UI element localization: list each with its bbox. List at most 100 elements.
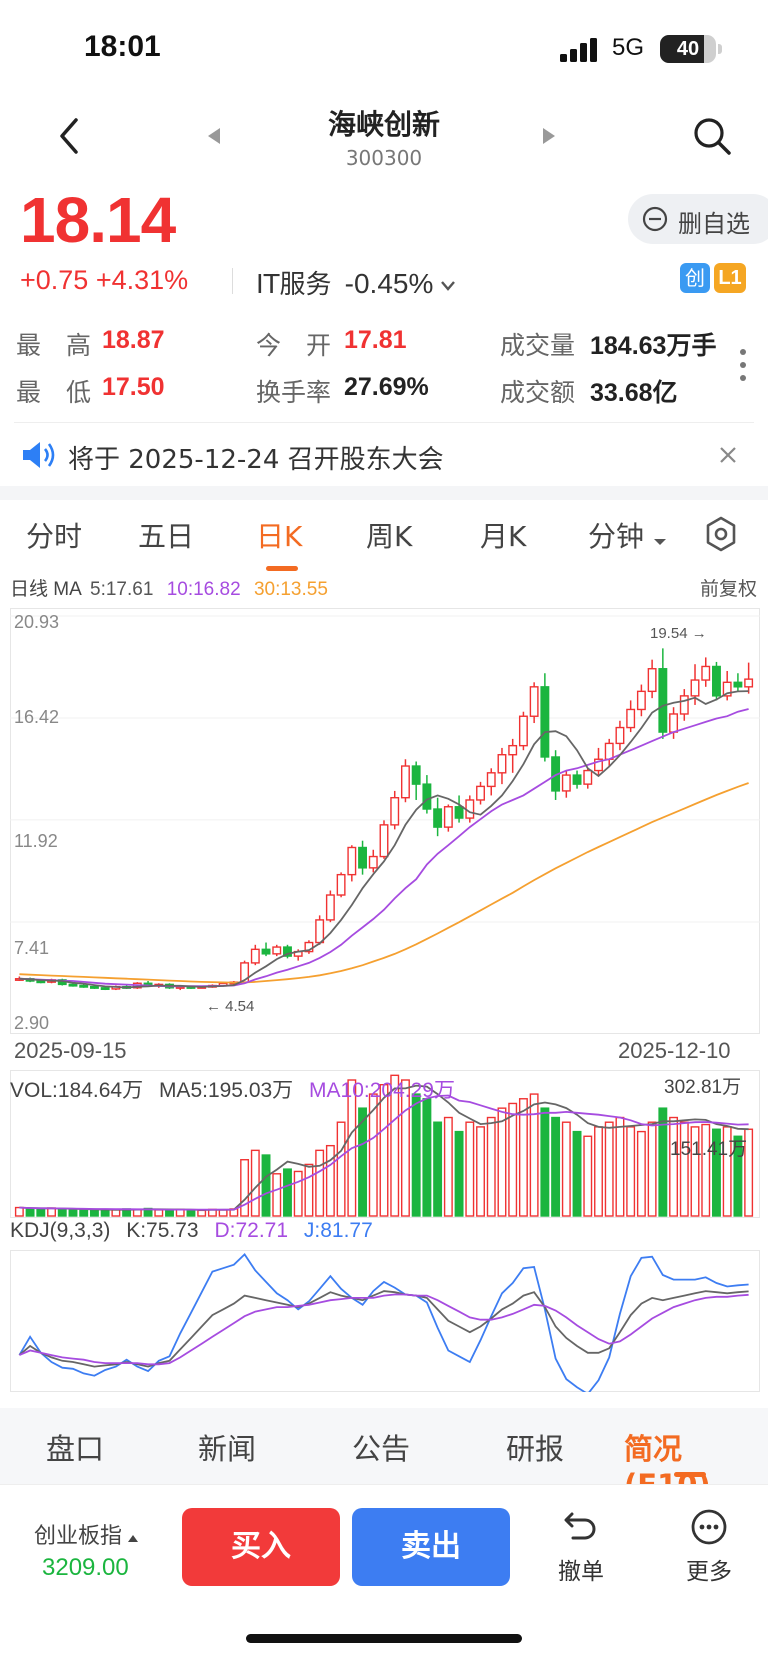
volume-bar	[669, 1116, 679, 1217]
price-chart[interactable]	[10, 608, 760, 1034]
sell-button[interactable]: 卖出	[352, 1508, 510, 1586]
volume-bar	[583, 1135, 593, 1217]
volume-bar	[411, 1093, 421, 1217]
candle-body	[647, 668, 657, 693]
cancel-order-button[interactable]: 撤单	[548, 1508, 614, 1586]
kdj-k-value: K:75.73	[126, 1219, 199, 1242]
section-gap	[0, 486, 768, 500]
volume-bar	[422, 1098, 432, 1217]
more-button[interactable]: 更多	[676, 1508, 742, 1586]
candle-body	[486, 772, 496, 788]
volume-bar	[197, 1209, 207, 1217]
volume-bar	[165, 1209, 174, 1217]
level1-badge: L1	[714, 263, 746, 293]
remove-watchlist-button[interactable]: 删自选	[628, 194, 768, 244]
candle-body	[433, 808, 443, 828]
volume-bar	[272, 1173, 282, 1217]
volume-label: 成交量	[500, 331, 576, 360]
sector-change: -0.45%	[344, 268, 434, 299]
turnover-rate-label: 换手率	[256, 378, 332, 407]
tab-minute[interactable]: 分钟	[588, 515, 667, 555]
more-vertical-icon[interactable]	[738, 348, 748, 382]
vol-ma10-value: MA10:204.29万	[309, 1079, 455, 1102]
ma30-value: 30:13.55	[253, 579, 328, 600]
volume-bar	[14, 1206, 24, 1217]
sector-link[interactable]: IT服务 -0.45%	[256, 264, 456, 300]
candle-body	[744, 678, 754, 688]
candle-body	[89, 985, 99, 989]
candle-body	[454, 806, 464, 819]
low-annotation-value: 4.54	[225, 998, 255, 1015]
active-tab-indicator	[266, 566, 298, 571]
tab-announcements[interactable]: 公告	[352, 1426, 410, 1468]
candle-body	[701, 665, 711, 681]
date-axis-end: 2025-12-10	[618, 1038, 731, 1063]
index-value: 3209.00	[42, 1554, 129, 1581]
high-value: 18.87	[102, 326, 165, 354]
candle-body	[411, 765, 421, 785]
tab-monthly-k[interactable]: 月K	[480, 515, 526, 555]
kdj-chart[interactable]	[10, 1250, 760, 1392]
tab-five-day[interactable]: 五日	[138, 515, 194, 555]
caret-up-icon	[128, 1535, 139, 1542]
candle-body	[379, 824, 389, 858]
tab-weekly-k[interactable]: 周K	[366, 515, 412, 555]
notice-bar[interactable]: 将于 2025-12-24 召开股东大会	[0, 425, 768, 485]
tab-daily-k[interactable]: 日K	[256, 515, 302, 555]
candle-body	[658, 668, 668, 733]
settings-icon[interactable]	[704, 516, 738, 552]
volume-bar	[486, 1116, 496, 1217]
open-label: 今 开	[256, 331, 332, 360]
candle-body	[712, 665, 721, 697]
high-label: 最 高	[16, 331, 92, 360]
candle-body	[508, 744, 518, 756]
volume-bar	[626, 1126, 636, 1217]
battery-icon: 40	[660, 35, 716, 63]
date-axis-start: 2025-09-15	[14, 1038, 127, 1063]
high-annotation: 19.54 →	[650, 625, 707, 642]
undo-icon	[564, 1512, 596, 1540]
volume-bar	[240, 1159, 250, 1217]
tab-research[interactable]: 研报	[506, 1426, 564, 1468]
tab-order-book[interactable]: 盘口	[46, 1426, 104, 1468]
volume-bar	[186, 1209, 196, 1217]
candle-body	[690, 679, 700, 697]
stock-name: 海峡创新	[327, 108, 440, 141]
candle-body	[679, 695, 689, 715]
volume-bar	[465, 1121, 475, 1217]
tab-news[interactable]: 新闻	[198, 1426, 256, 1468]
candle-body	[368, 855, 378, 869]
candle-body	[250, 948, 260, 964]
candle-body	[261, 948, 271, 955]
volume-legend: VOL:184.64万 MA5:195.03万 MA10:204.29万	[10, 1074, 455, 1104]
candle-body	[626, 708, 636, 729]
price-axis-tick: 11.92	[14, 831, 58, 851]
active-tab-indicator	[674, 1472, 706, 1477]
minus-circle-icon	[642, 206, 668, 232]
volume-bar	[336, 1121, 346, 1217]
ma5-value: 5:17.61	[90, 579, 154, 600]
candle-body	[476, 785, 485, 801]
notice-text: 将于 2025-12-24 召开股东大会	[68, 445, 444, 475]
buy-button[interactable]: 买入	[182, 1508, 340, 1586]
adjust-mode[interactable]: 前复权	[700, 574, 757, 601]
tab-intraday[interactable]: 分时	[26, 515, 82, 555]
volume-bar	[315, 1149, 325, 1217]
more-label: 更多	[686, 1559, 732, 1585]
index-widget[interactable]: 创业板指 3209.00	[34, 1518, 139, 1582]
search-icon[interactable]	[692, 116, 732, 156]
volume-bar	[476, 1126, 485, 1217]
next-stock-icon[interactable]	[541, 126, 557, 146]
volume-bar	[293, 1170, 303, 1217]
volume-bar	[111, 1209, 121, 1217]
volume-bar	[518, 1098, 528, 1217]
low-value: 17.50	[102, 373, 165, 401]
volume-bar	[379, 1083, 389, 1217]
battery-level: 40	[676, 38, 700, 60]
volume-bar	[79, 1209, 89, 1217]
kdj-name: KDJ(9,3,3)	[10, 1219, 111, 1242]
volume-bar	[25, 1207, 35, 1217]
close-icon[interactable]	[718, 445, 738, 465]
candle-body	[604, 742, 614, 760]
candle-body	[100, 987, 110, 990]
